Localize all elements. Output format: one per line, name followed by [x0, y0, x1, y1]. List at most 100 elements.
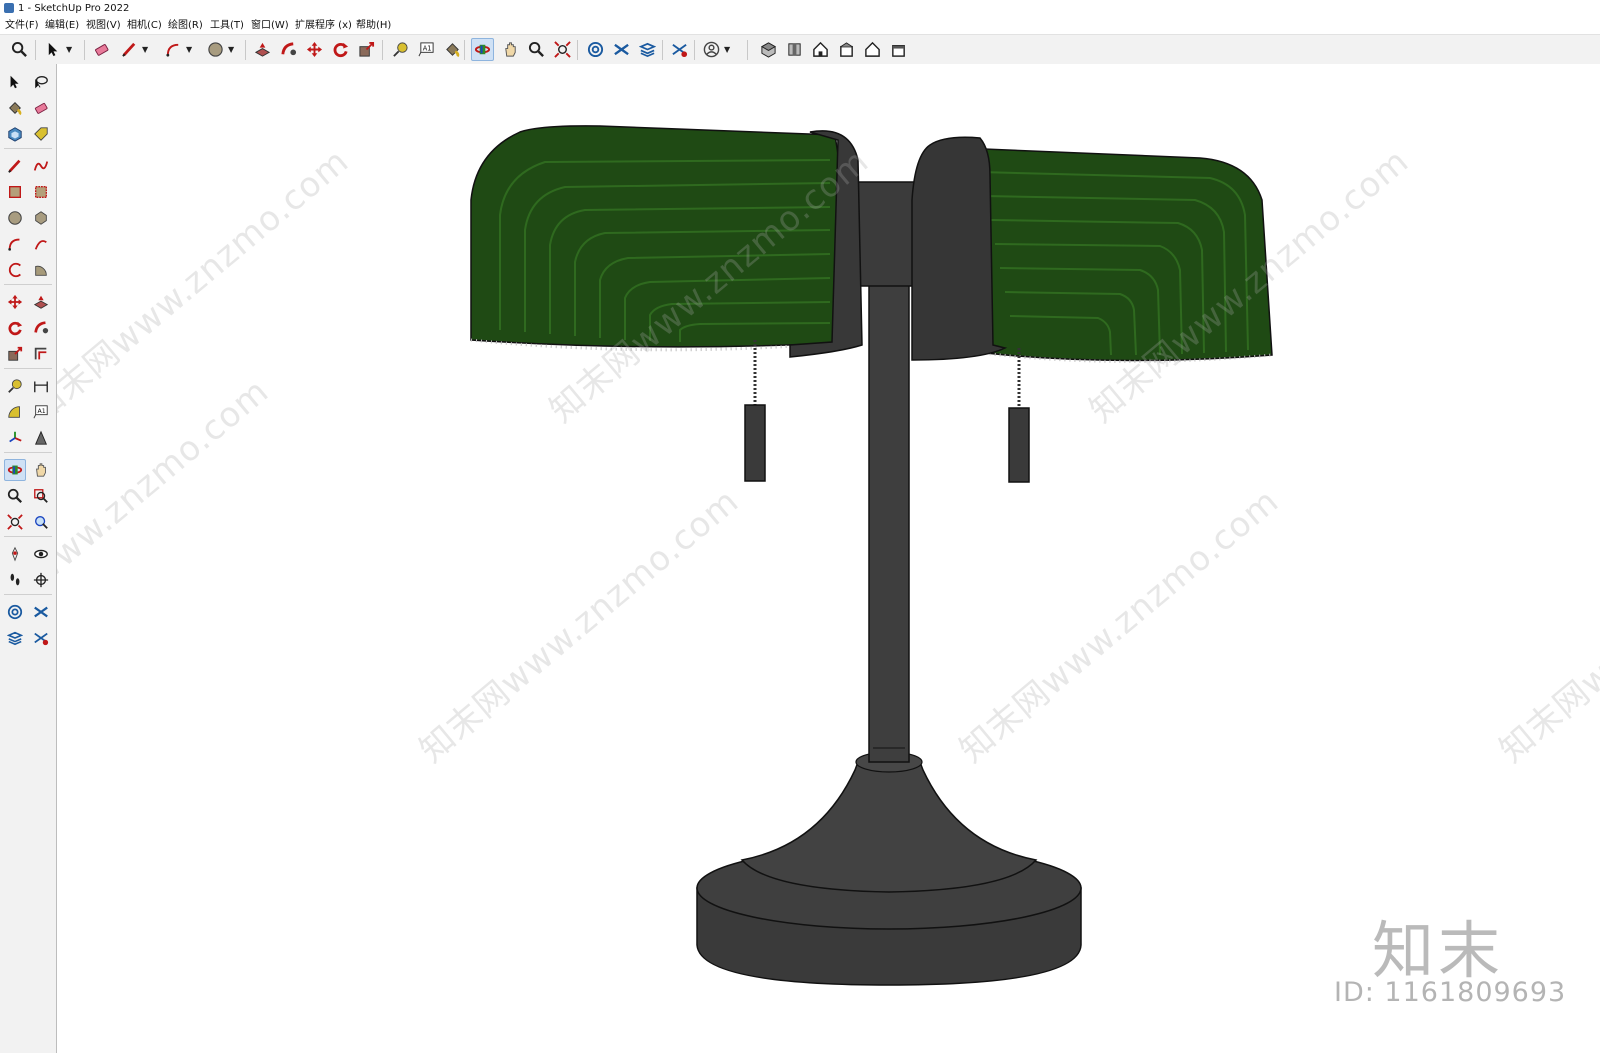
menu-item[interactable]: 工具(T) — [208, 17, 246, 34]
lamp-shade-right — [959, 147, 1273, 363]
chevron-down-icon[interactable]: ▼ — [186, 46, 194, 54]
rotate-button[interactable] — [329, 38, 352, 61]
rotated-rectangle-button[interactable] — [30, 181, 52, 203]
lasso-select-button[interactable] — [30, 71, 52, 93]
zoom-window-button[interactable] — [30, 485, 52, 507]
pencil-line-button[interactable] — [118, 38, 141, 61]
circle-button[interactable] — [4, 207, 26, 229]
zoom-button[interactable] — [4, 485, 26, 507]
tag-button[interactable] — [30, 123, 52, 145]
rotate-button[interactable] — [4, 317, 26, 339]
layout-button[interactable] — [4, 627, 26, 649]
text-icon: A1 — [418, 41, 435, 58]
layout-button[interactable] — [636, 38, 659, 61]
select-button[interactable] — [4, 71, 26, 93]
two-point-arc-icon — [33, 236, 49, 252]
model-id-label: ID: 1161809693 — [1334, 977, 1567, 1008]
iso-view-button[interactable] — [757, 38, 780, 61]
axes-button[interactable] — [4, 427, 26, 449]
orbit-button[interactable] — [471, 38, 494, 61]
pull-chain-right[interactable] — [1008, 348, 1030, 483]
top-view-button[interactable] — [783, 38, 806, 61]
follow-me-button[interactable] — [277, 38, 300, 61]
paint-bucket-button[interactable] — [441, 38, 464, 61]
lamp-model[interactable] — [57, 64, 1600, 1053]
eraser-button[interactable] — [30, 97, 52, 119]
follow-me-button[interactable] — [30, 317, 52, 339]
push-pull-button[interactable] — [30, 291, 52, 313]
circle-button[interactable] — [204, 38, 227, 61]
text-button[interactable]: A1 — [30, 401, 52, 423]
menu-item[interactable]: 文件(F) — [3, 17, 41, 34]
right-view-button[interactable] — [835, 38, 858, 61]
push-pull-button[interactable] — [251, 38, 274, 61]
walk-button[interactable] — [4, 569, 26, 591]
pull-chain-left[interactable] — [744, 340, 766, 482]
menu-item[interactable]: 相机(C) — [125, 17, 164, 34]
zoom-button[interactable] — [525, 38, 548, 61]
chevron-down-icon[interactable]: ▼ — [66, 46, 74, 54]
extension-manager-button[interactable] — [668, 38, 691, 61]
pan-button[interactable] — [499, 38, 522, 61]
menu-item[interactable]: 绘图(R) — [166, 17, 205, 34]
pan-button[interactable] — [30, 459, 52, 481]
dimension-button[interactable] — [30, 375, 52, 397]
extension-manager-button[interactable] — [30, 627, 52, 649]
zoom-button[interactable] — [8, 38, 31, 61]
chevron-down-icon[interactable]: ▼ — [724, 46, 732, 54]
polygon-button[interactable] — [30, 207, 52, 229]
position-camera-button[interactable] — [4, 543, 26, 565]
zoom-extents-button[interactable] — [4, 511, 26, 533]
eraser-button[interactable] — [90, 38, 113, 61]
previous-view-button[interactable] — [30, 511, 52, 533]
menu-item[interactable]: 扩展程序 (x) — [293, 17, 354, 34]
warehouse-button[interactable] — [4, 601, 26, 623]
back-view-button[interactable] — [861, 38, 884, 61]
freehand-button[interactable] — [30, 155, 52, 177]
chevron-down-icon[interactable]: ▼ — [228, 46, 236, 54]
scale-button[interactable] — [355, 38, 378, 61]
3d-text-button[interactable] — [30, 427, 52, 449]
offset-button[interactable] — [30, 343, 52, 365]
warehouse-button[interactable] — [584, 38, 607, 61]
make-component-button[interactable] — [4, 123, 26, 145]
tape-measure-button[interactable] — [4, 375, 26, 397]
look-around-button[interactable] — [30, 543, 52, 565]
tape-measure-button[interactable] — [389, 38, 412, 61]
model-viewport[interactable]: 知末网www.znzmo.com 知末网www.znzmo.com 知末网www… — [57, 64, 1600, 1053]
three-point-arc-button[interactable] — [4, 259, 26, 281]
user-account-button[interactable] — [700, 38, 723, 61]
scale-button[interactable] — [4, 343, 26, 365]
toolbar-separator — [464, 40, 465, 60]
rotate-icon — [332, 41, 349, 58]
chevron-down-icon[interactable]: ▼ — [142, 46, 150, 54]
pie-button[interactable] — [30, 259, 52, 281]
zoom-extents-button[interactable] — [551, 38, 574, 61]
orbit-button[interactable] — [4, 459, 26, 481]
orbit-icon — [7, 462, 23, 478]
two-point-arc-button[interactable] — [30, 233, 52, 255]
menu-item[interactable]: 窗口(W) — [249, 17, 291, 34]
orbit-icon — [474, 41, 491, 58]
select-button[interactable] — [42, 38, 65, 61]
menu-item[interactable]: 视图(V) — [84, 17, 123, 34]
menu-item[interactable]: 帮助(H) — [354, 17, 393, 34]
rectangle-button[interactable] — [4, 181, 26, 203]
extension-warehouse-button[interactable] — [30, 601, 52, 623]
arc-button[interactable] — [162, 38, 185, 61]
move-button[interactable] — [303, 38, 326, 61]
menu-item[interactable]: 编辑(E) — [43, 17, 81, 34]
text-button[interactable]: A1 — [415, 38, 438, 61]
pencil-line-icon — [121, 41, 138, 58]
left-view-button[interactable] — [887, 38, 910, 61]
protractor-button[interactable] — [4, 401, 26, 423]
front-view-button[interactable] — [809, 38, 832, 61]
lamp-stem — [868, 271, 910, 763]
pencil-line-icon — [7, 158, 23, 174]
section-plane-button[interactable] — [30, 569, 52, 591]
arc-button[interactable] — [4, 233, 26, 255]
extension-warehouse-button[interactable] — [610, 38, 633, 61]
pencil-line-button[interactable] — [4, 155, 26, 177]
paint-bucket-button[interactable] — [4, 97, 26, 119]
move-button[interactable] — [4, 291, 26, 313]
